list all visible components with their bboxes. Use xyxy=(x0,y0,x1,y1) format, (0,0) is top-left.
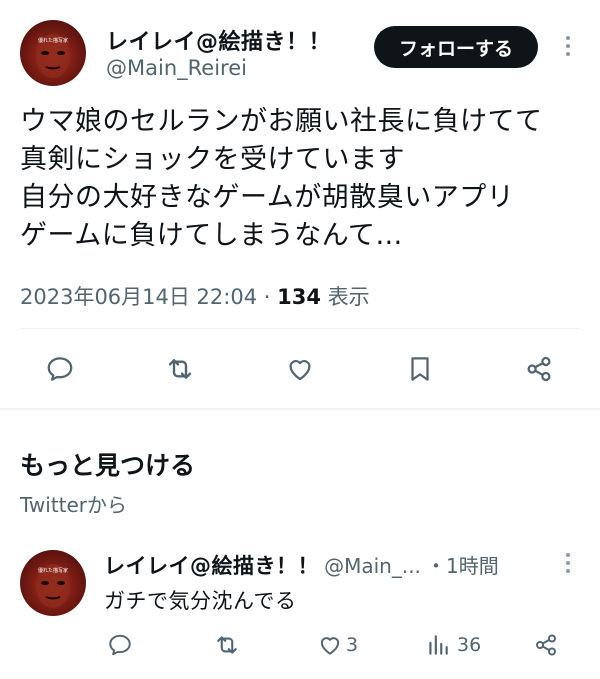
related-share-icon[interactable] xyxy=(530,629,562,661)
follow-button[interactable]: フォローする xyxy=(374,26,538,68)
related-like-count: 3 xyxy=(346,634,359,656)
related-more-options-icon[interactable] xyxy=(563,553,573,573)
tweet-meta: 2023年06月14日 22:04 · 134 表示 xyxy=(20,281,370,311)
avatar[interactable]: 優れた描写家 xyxy=(20,20,86,86)
retweet-icon[interactable] xyxy=(160,349,200,389)
more-options-icon[interactable] xyxy=(563,36,573,58)
display-name[interactable]: レイレイ@絵描き！！ xyxy=(106,24,331,56)
divider xyxy=(20,328,580,329)
related-handle[interactable]: @Main_... xyxy=(324,554,421,578)
related-like-icon xyxy=(320,637,340,655)
related-display-name[interactable]: レイレイ@絵描き！！ xyxy=(104,554,319,578)
related-retweet-icon[interactable] xyxy=(211,629,243,661)
like-icon[interactable] xyxy=(280,349,320,389)
bookmark-icon[interactable] xyxy=(400,349,440,389)
related-avatar[interactable]: 優れた描写家 xyxy=(20,550,86,616)
related-reply-icon[interactable] xyxy=(104,629,136,661)
related-header: レイレイ@絵描き！！ @Main_... ・1時間 xyxy=(104,550,499,580)
discover-title: もっと見つける xyxy=(20,451,196,480)
view-label: 表示 xyxy=(327,285,370,309)
related-avatar-caption: 優れた描写家 xyxy=(38,567,68,574)
reply-icon[interactable] xyxy=(40,349,80,389)
related-view-count: 36 xyxy=(457,634,482,656)
view-count: 134 xyxy=(277,285,321,309)
related-tweet-text: ガチで気分沈んでる xyxy=(104,589,297,613)
related-views-button[interactable]: 36 xyxy=(425,629,481,661)
section-divider xyxy=(0,408,600,410)
related-like-button[interactable]: 3 xyxy=(317,629,358,661)
tweet-text: ウマ娘のセルランがお願い社長に負けてて 真剣にショックを受けています 自分の大好… xyxy=(20,106,543,251)
discover-source: Twitterから xyxy=(20,493,128,517)
share-icon[interactable] xyxy=(519,349,559,389)
tweet-timestamp[interactable]: 2023年06月14日 22:04 xyxy=(20,285,257,309)
user-handle[interactable]: @Main_Reirei xyxy=(106,56,247,80)
avatar-caption: 優れた描写家 xyxy=(38,37,68,44)
related-time[interactable]: ・1時間 xyxy=(426,554,499,578)
views-chart-icon xyxy=(429,635,448,655)
meta-separator: · xyxy=(263,285,271,309)
